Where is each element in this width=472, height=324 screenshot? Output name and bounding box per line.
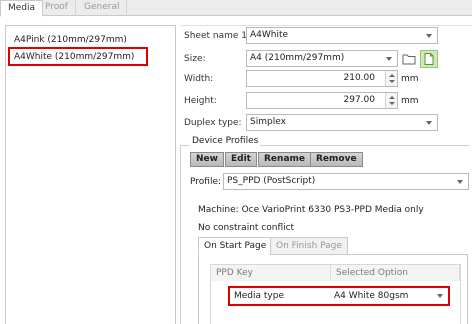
column-header-selected-option[interactable]: Selected Option — [331, 265, 460, 281]
duplex-type-select[interactable]: Simplex — [246, 114, 438, 131]
constraint-status: No constraint conflict — [198, 223, 295, 233]
height-stepper[interactable]: 297.00 — [246, 92, 398, 109]
height-label: Height: — [184, 96, 217, 106]
size-value: A4 (210mm/297mm) — [250, 53, 345, 63]
duplex-type-value: Simplex — [250, 117, 286, 127]
tab-on-start-page[interactable]: On Start Page — [198, 237, 273, 255]
height-spin-buttons[interactable] — [385, 93, 397, 108]
table-row-option[interactable]: A4 White 80gsm — [334, 289, 408, 303]
chevron-down-icon — [457, 180, 463, 184]
profile-select[interactable]: PS_PPD (PostScript) — [223, 173, 469, 190]
top-divider — [180, 25, 472, 26]
sheet-name-label: Sheet name 1: — [184, 31, 251, 41]
width-label: Width: — [184, 74, 214, 84]
width-spin-buttons[interactable] — [385, 71, 397, 86]
media-list-panel — [5, 25, 176, 324]
device-profiles-title: Device Profiles — [190, 134, 261, 148]
rename-button[interactable]: Rename — [258, 152, 311, 167]
tab-general[interactable]: General — [77, 0, 128, 16]
chevron-down-icon — [386, 57, 392, 61]
width-stepper[interactable]: 210.00 — [246, 70, 398, 87]
machine-text: Machine: Oce VarioPrint 6330 PS3-PPD Med… — [198, 205, 424, 215]
tab-media[interactable]: Media — [0, 0, 44, 17]
profile-label: Profile: — [190, 177, 222, 187]
new-page-icon[interactable] — [420, 50, 438, 68]
tab-proof[interactable]: Proof — [38, 0, 76, 16]
width-value: 210.00 — [343, 73, 376, 83]
size-select[interactable]: A4 (210mm/297mm) — [246, 50, 398, 67]
chevron-down-icon[interactable] — [437, 294, 443, 298]
height-value: 297.00 — [343, 95, 376, 105]
size-label: Size: — [184, 54, 206, 64]
chevron-down-icon — [426, 121, 432, 125]
chevron-down-icon — [426, 34, 432, 38]
media-list-item-a4white[interactable]: A4White (210mm/297mm) — [14, 50, 134, 64]
sheet-name-select[interactable]: A4White — [246, 27, 438, 44]
height-unit: mm — [401, 96, 419, 106]
duplex-type-label: Duplex type: — [184, 118, 242, 128]
new-button[interactable]: New — [190, 152, 224, 167]
media-list-item-a4pink[interactable]: A4Pink (210mm/297mm) — [14, 33, 127, 47]
column-header-ppd-key[interactable]: PPD Key — [211, 265, 331, 281]
tab-on-finish-page[interactable]: On Finish Page — [270, 237, 348, 255]
width-unit: mm — [401, 74, 419, 84]
profile-value: PS_PPD (PostScript) — [227, 176, 316, 186]
remove-button[interactable]: Remove — [310, 152, 363, 167]
sheet-name-value: A4White — [250, 30, 289, 40]
edit-button[interactable]: Edit — [225, 152, 257, 167]
folder-icon[interactable] — [401, 51, 417, 67]
table-row-key[interactable]: Media type — [234, 289, 284, 303]
